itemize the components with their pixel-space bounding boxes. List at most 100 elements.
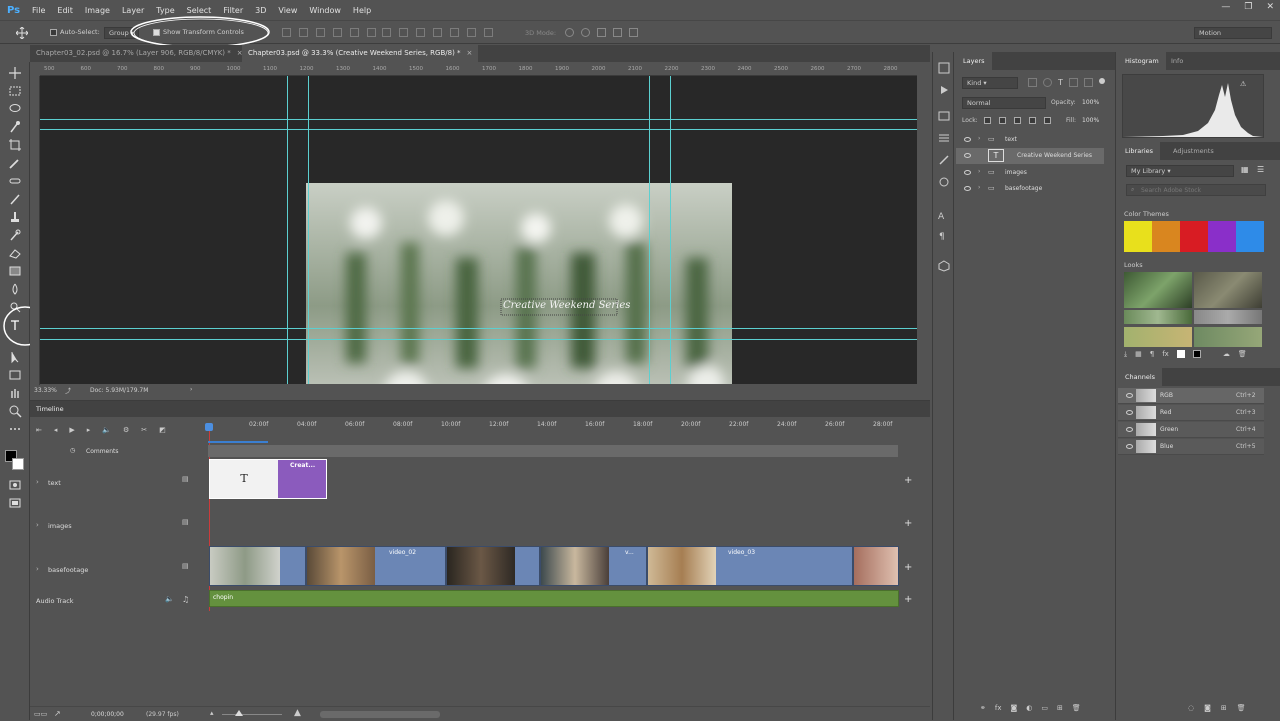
screen-mode-icon[interactable] bbox=[8, 496, 22, 510]
add-character-style-icon[interactable]: ¶ bbox=[1150, 350, 1154, 362]
playhead[interactable] bbox=[205, 423, 213, 431]
marquee-tool[interactable] bbox=[8, 84, 22, 98]
tab-libraries[interactable]: Libraries bbox=[1118, 142, 1161, 160]
add-mask-icon[interactable]: ◙ bbox=[1010, 704, 1017, 712]
3d-pan-icon[interactable] bbox=[597, 28, 606, 37]
video-clip[interactable] bbox=[446, 546, 540, 586]
zoom-tool[interactable] bbox=[8, 404, 22, 418]
channel-row-rgb[interactable]: RGB Ctrl+2 bbox=[1118, 388, 1264, 404]
blur-tool[interactable] bbox=[8, 282, 22, 296]
filter-shape-icon[interactable] bbox=[1068, 78, 1078, 87]
look-thumbnail[interactable] bbox=[1124, 272, 1192, 308]
blend-mode-dropdown[interactable]: Normal bbox=[962, 97, 1046, 109]
align-right-icon[interactable] bbox=[367, 28, 376, 37]
visibility-eye-icon[interactable] bbox=[964, 186, 971, 191]
quick-select-tool[interactable] bbox=[8, 120, 22, 134]
quick-mask-icon[interactable] bbox=[8, 478, 22, 492]
new-channel-icon[interactable]: ⊞ bbox=[1221, 704, 1227, 712]
eyedropper-tool[interactable] bbox=[8, 156, 22, 170]
add-audio-icon[interactable]: + bbox=[904, 594, 912, 605]
zoom-in-mountain-icon[interactable]: ▲ bbox=[294, 708, 301, 718]
lock-all-icon[interactable] bbox=[1044, 117, 1051, 124]
add-stroke-color-icon[interactable] bbox=[1192, 350, 1201, 358]
menu-layer[interactable]: Layer bbox=[116, 6, 150, 15]
timeline-scrollbar[interactable] bbox=[320, 711, 440, 718]
expand-chevron-icon[interactable]: › bbox=[978, 135, 980, 142]
menu-3d[interactable]: 3D bbox=[249, 6, 272, 15]
opacity-value[interactable]: 100% bbox=[1082, 99, 1099, 106]
video-clip[interactable]: v... bbox=[540, 546, 647, 586]
library-search[interactable]: ⌕ Search Adobe Stock bbox=[1126, 184, 1266, 196]
guide-vertical[interactable] bbox=[287, 76, 288, 384]
more-tools-icon[interactable] bbox=[8, 422, 22, 436]
paragraph-panel-icon[interactable]: ¶ bbox=[939, 232, 945, 242]
guide-horizontal[interactable] bbox=[40, 339, 917, 340]
visibility-eye-icon[interactable] bbox=[1126, 393, 1133, 398]
workspace-dropdown[interactable]: Motion bbox=[1194, 27, 1272, 39]
history-panel-icon[interactable] bbox=[938, 62, 950, 74]
frame-animation-icon[interactable]: ▭▭ bbox=[34, 710, 47, 718]
library-dropdown[interactable]: My Library ▾ bbox=[1126, 165, 1234, 177]
maximize-icon[interactable]: ❐ bbox=[1244, 2, 1252, 12]
menu-window[interactable]: Window bbox=[303, 6, 347, 15]
cloud-sync-icon[interactable]: ☁ bbox=[1223, 350, 1230, 362]
transition-icon[interactable]: ◩ bbox=[159, 426, 166, 434]
menu-image[interactable]: Image bbox=[79, 6, 116, 15]
guide-vertical[interactable] bbox=[649, 76, 650, 384]
audio-clip[interactable]: chopin bbox=[209, 590, 899, 607]
delete-library-item-icon[interactable]: 🗑 bbox=[1238, 350, 1247, 362]
distribute-bottom-icon[interactable] bbox=[416, 28, 425, 37]
visibility-eye-icon[interactable] bbox=[1126, 410, 1133, 415]
visibility-eye-icon[interactable] bbox=[1126, 444, 1133, 449]
lock-artboard-icon[interactable] bbox=[1029, 117, 1036, 124]
move-tool-icon[interactable] bbox=[16, 27, 28, 39]
histogram-warning-icon[interactable]: ⚠ bbox=[1240, 80, 1246, 88]
brush-tool[interactable] bbox=[8, 192, 22, 206]
auto-select-checkbox[interactable]: Auto-Select: bbox=[50, 28, 100, 36]
distribute-top-icon[interactable] bbox=[382, 28, 391, 37]
tab-adjustments[interactable]: Adjustments bbox=[1166, 142, 1221, 160]
guide-vertical[interactable] bbox=[670, 76, 671, 384]
time-ruler[interactable]: 02:00f 04:00f 06:00f 08:00f 10:00f 12:00… bbox=[205, 421, 900, 437]
clone-source-icon[interactable] bbox=[938, 176, 950, 188]
align-left-icon[interactable] bbox=[333, 28, 342, 37]
align-vcenter-icon[interactable] bbox=[299, 28, 308, 37]
color-swatch[interactable] bbox=[1124, 221, 1152, 252]
fill-value[interactable]: 100% bbox=[1082, 117, 1099, 124]
look-strip[interactable] bbox=[1194, 310, 1262, 324]
lock-position-icon[interactable] bbox=[1014, 117, 1021, 124]
color-theme-swatches[interactable] bbox=[1124, 221, 1264, 252]
expand-images-track-icon[interactable]: › bbox=[36, 521, 39, 529]
delete-channel-icon[interactable]: 🗑 bbox=[1237, 704, 1246, 712]
add-media-text-icon[interactable]: + bbox=[904, 475, 912, 486]
gradient-tool[interactable] bbox=[8, 264, 22, 278]
layer-row-type-layer[interactable]: T Creative Weekend Series bbox=[956, 148, 1104, 164]
character-panel-icon[interactable]: A bbox=[938, 212, 944, 222]
filter-adjustment-icon[interactable] bbox=[1043, 78, 1052, 87]
guide-horizontal[interactable] bbox=[40, 129, 917, 130]
export-icon[interactable]: ⤴ bbox=[65, 386, 71, 395]
track-menu-icon[interactable]: ▤ bbox=[182, 562, 189, 570]
menu-help[interactable]: Help bbox=[347, 6, 377, 15]
track-menu-icon[interactable]: ▤ bbox=[182, 475, 189, 483]
add-graphic-icon[interactable]: ▦ bbox=[1135, 350, 1142, 362]
actions-play-icon[interactable] bbox=[938, 84, 950, 96]
menu-select[interactable]: Select bbox=[181, 6, 218, 15]
healing-brush-tool[interactable] bbox=[8, 174, 22, 188]
auto-align-icon[interactable] bbox=[484, 28, 493, 37]
look-thumbnail[interactable] bbox=[1194, 327, 1262, 347]
comments-track[interactable] bbox=[208, 445, 898, 457]
visibility-eye-icon[interactable] bbox=[964, 170, 971, 175]
look-strip[interactable] bbox=[1124, 310, 1192, 324]
clone-stamp-tool[interactable] bbox=[8, 210, 22, 224]
menu-file[interactable]: File bbox=[26, 6, 51, 15]
lock-pixels-icon[interactable] bbox=[999, 117, 1006, 124]
add-fill-color-icon[interactable] bbox=[1176, 350, 1185, 358]
hand-tool[interactable] bbox=[8, 386, 22, 400]
lasso-tool[interactable] bbox=[8, 102, 22, 116]
guide-horizontal[interactable] bbox=[40, 119, 917, 120]
color-swatch[interactable] bbox=[1180, 221, 1208, 252]
canvas-area[interactable]: Creative Weekend Series bbox=[40, 76, 917, 384]
look-thumbnail[interactable] bbox=[1124, 327, 1192, 347]
filter-pixel-icon[interactable] bbox=[1028, 78, 1037, 87]
